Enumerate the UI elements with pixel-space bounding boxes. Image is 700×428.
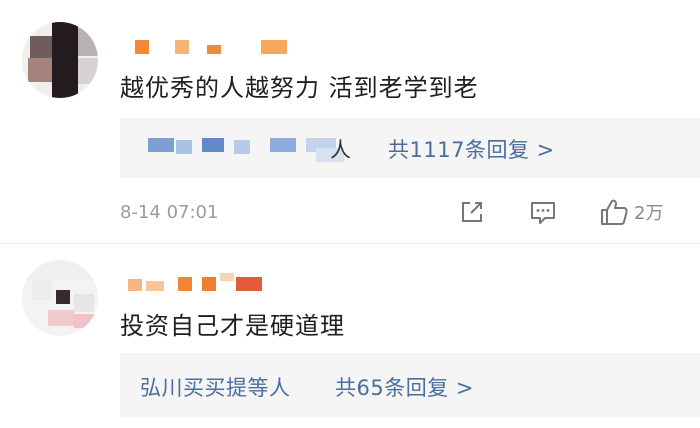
comment-icon (531, 202, 555, 224)
replies-count-link[interactable]: 共65条回复 > (335, 372, 474, 402)
comment-button[interactable] (528, 196, 558, 228)
share-button[interactable] (457, 196, 487, 228)
replies-preview[interactable]: 弘川买买提等人 共65条回复 > (120, 353, 700, 417)
avatar[interactable] (22, 22, 98, 98)
replies-preview[interactable]: 人 共1117条回复 > (120, 118, 700, 178)
like-button[interactable]: 2万 (598, 196, 663, 228)
share-icon (462, 202, 482, 222)
comment-text: 越优秀的人越努力 活到老学到老 (120, 74, 479, 102)
comment-text: 投资自己才是硬道理 (120, 312, 345, 340)
username-blurred[interactable] (135, 36, 290, 56)
timestamp: 8-14 07:01 (120, 202, 219, 223)
username-blurred[interactable] (128, 273, 268, 293)
replies-count-link[interactable]: 共1117条回复 > (388, 134, 555, 164)
like-icon (601, 199, 628, 225)
like-count: 2万 (634, 203, 664, 224)
replies-suffix: 人 (330, 138, 352, 162)
replies-names[interactable]: 弘川买买提等人 (140, 372, 291, 402)
divider (0, 243, 700, 244)
avatar[interactable] (22, 260, 98, 336)
